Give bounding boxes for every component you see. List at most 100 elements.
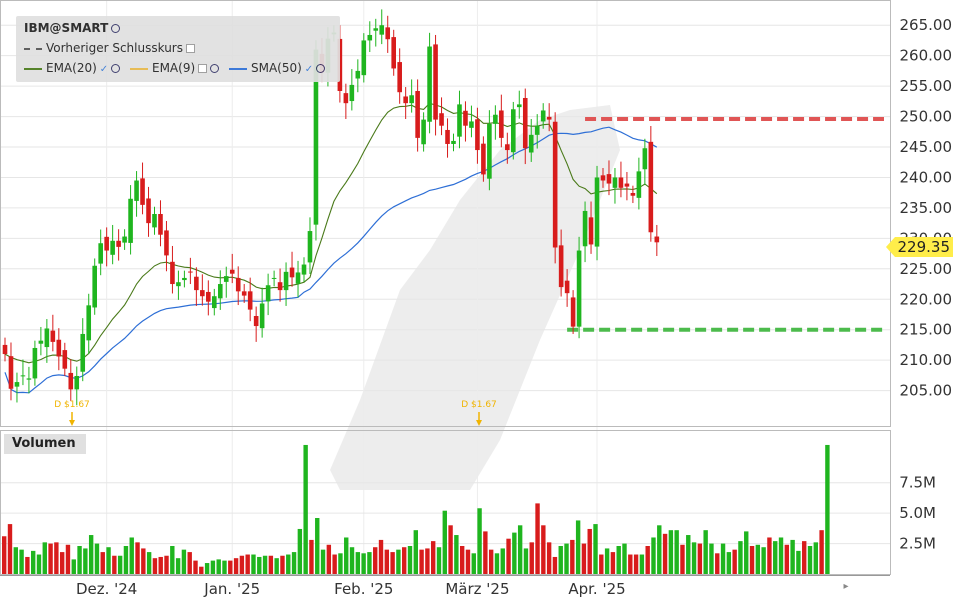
- candle-body: [361, 40, 367, 76]
- candle-body: [427, 46, 432, 122]
- volume-bar: [778, 537, 784, 574]
- volume-bar: [436, 547, 442, 574]
- candle-body: [588, 217, 594, 245]
- checkbox-icon[interactable]: [198, 64, 208, 73]
- volume-bar: [587, 528, 592, 574]
- volume-bar: [604, 548, 610, 574]
- candle-body: [630, 192, 636, 196]
- volume-bar: [790, 539, 795, 574]
- date-tick-label: März '25: [445, 580, 509, 598]
- check-icon[interactable]: ✓: [305, 64, 313, 75]
- volume-bar: [170, 546, 175, 574]
- volume-bar: [158, 556, 163, 574]
- candle-body: [212, 296, 217, 309]
- date-tick-label: Feb. '25: [334, 580, 393, 598]
- volume-bar: [216, 559, 221, 574]
- volume-tick-label: 2.5M: [899, 535, 936, 553]
- legend-indicators-row: EMA(20) ✓ EMA(9) SMA(50) ✓: [24, 59, 326, 77]
- candle-body: [283, 271, 289, 291]
- visibility-icon[interactable]: [210, 64, 220, 73]
- volume-bar: [686, 535, 691, 574]
- candle-body: [415, 90, 420, 138]
- candle-body: [475, 119, 480, 151]
- candle-body: [176, 282, 181, 287]
- stock-chart[interactable]: 265.00 260.00 255.00 250.00 245.00 240.00 235.…: [0, 0, 960, 600]
- volume-bar: [297, 528, 303, 574]
- volume-bar: [42, 542, 47, 574]
- volume-bar: [71, 559, 76, 574]
- volume-bar: [367, 552, 372, 574]
- candle-body: [636, 171, 642, 198]
- candle-body: [86, 305, 92, 341]
- volume-bar: [581, 543, 587, 574]
- candle-body: [277, 282, 283, 291]
- volume-bar: [628, 554, 633, 574]
- volume-bar: [761, 547, 766, 574]
- ema20-label[interactable]: EMA(20): [46, 61, 97, 75]
- ema9-label[interactable]: EMA(9): [152, 61, 195, 75]
- volume-bar: [315, 518, 320, 574]
- visibility-icon[interactable]: [111, 24, 121, 33]
- volume-bar: [30, 550, 36, 574]
- candle-body: [457, 104, 462, 137]
- candle-body: [62, 350, 68, 369]
- volume-bar: [535, 503, 540, 574]
- volume-bar: [338, 553, 343, 574]
- candle-body: [373, 28, 379, 31]
- volume-bar: [726, 552, 732, 574]
- volume-bar: [459, 546, 465, 574]
- volume-bar: [645, 546, 650, 574]
- candle-body: [606, 174, 612, 184]
- volume-bar: [83, 548, 88, 574]
- volume-axis: 7.5M 5.0M 2.5M: [899, 474, 936, 553]
- volume-bar: [7, 524, 13, 574]
- legend-prev-close-row[interactable]: Vorheriger Schlusskurs: [24, 39, 195, 57]
- visibility-icon[interactable]: [316, 64, 326, 73]
- scroll-right-icon[interactable]: ▸: [840, 580, 852, 594]
- candle-body: [355, 70, 361, 79]
- candle-body: [74, 375, 80, 390]
- candle-body: [391, 37, 396, 69]
- volume-bar: [720, 543, 726, 574]
- check-icon[interactable]: ✓: [100, 64, 108, 75]
- volume-bar: [396, 549, 401, 574]
- volume-bar: [633, 554, 639, 574]
- volume-bar: [326, 544, 332, 574]
- volume-bar: [390, 552, 395, 574]
- volume-bar: [703, 530, 708, 574]
- candle-body: [110, 240, 115, 255]
- volume-bar: [552, 556, 558, 574]
- candle-body: [564, 280, 570, 294]
- candle-body: [164, 230, 169, 256]
- visibility-icon[interactable]: [111, 64, 121, 73]
- last-price-tag: 229.35: [895, 237, 953, 257]
- volume-bar: [187, 552, 192, 574]
- volume-bar: [251, 554, 256, 574]
- candle-body: [528, 134, 534, 153]
- sma50-label[interactable]: SMA(50): [251, 61, 302, 75]
- candle-body: [463, 110, 468, 126]
- volume-bar: [262, 555, 268, 574]
- volume-bar: [320, 549, 326, 574]
- legend-symbol-row[interactable]: IBM@SMART: [24, 19, 121, 37]
- candle-body: [140, 178, 145, 205]
- candle-body: [104, 236, 109, 251]
- candle-body: [522, 97, 528, 149]
- candle-body: [307, 231, 313, 263]
- volume-bar: [749, 546, 755, 574]
- candle-body: [403, 96, 408, 104]
- checkbox-icon[interactable]: [185, 44, 195, 53]
- volume-bar: [819, 530, 824, 574]
- volume-bar: [100, 552, 105, 574]
- candle-body: [516, 104, 522, 108]
- volume-bar: [575, 520, 581, 574]
- volume-bar: [117, 555, 123, 574]
- candle-body: [570, 297, 576, 327]
- candle-body: [409, 95, 414, 104]
- price-tick-label: 255.00: [900, 77, 953, 95]
- volume-bar: [425, 548, 430, 574]
- volume-bar: [732, 549, 737, 574]
- volume-bar: [755, 544, 761, 574]
- candle-body: [229, 269, 235, 274]
- price-tick-label: 225.00: [900, 260, 953, 278]
